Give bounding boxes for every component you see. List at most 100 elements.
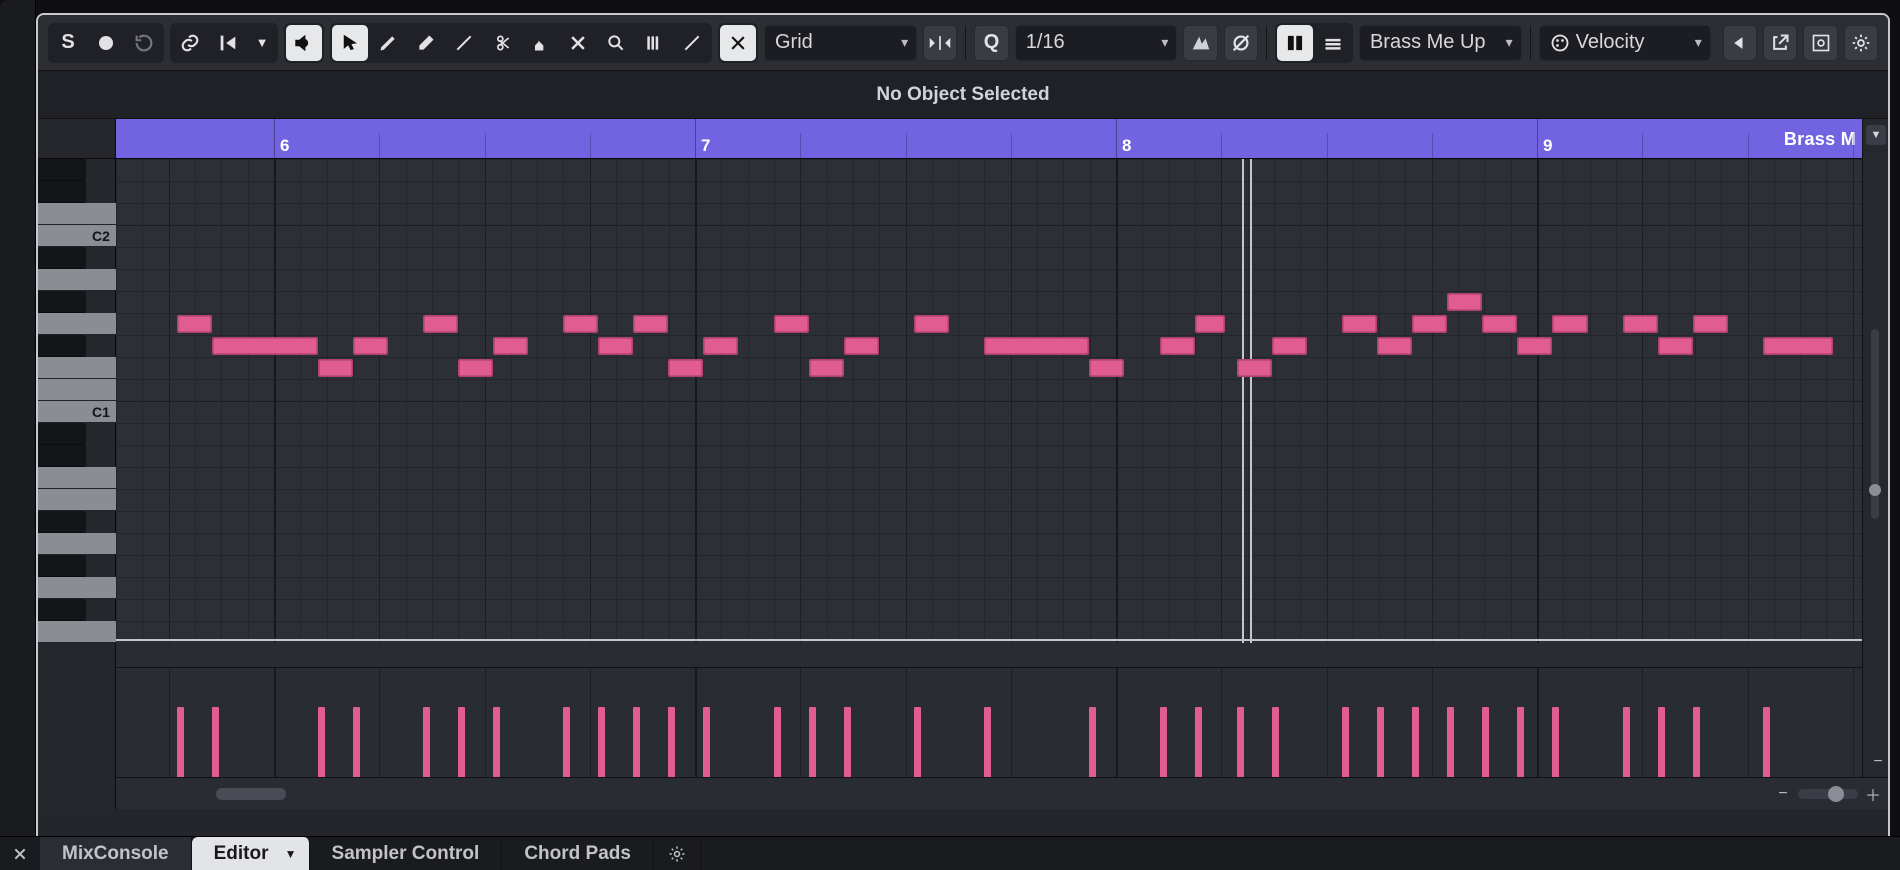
soft-q-icon [1190, 33, 1212, 53]
event-color-select[interactable]: Velocity [1539, 25, 1711, 61]
midi-note[interactable] [1377, 337, 1412, 355]
quantize-settings-button[interactable] [1224, 25, 1258, 61]
midi-note[interactable] [423, 315, 458, 333]
midi-note[interactable] [1482, 315, 1517, 333]
erase-tool[interactable] [408, 25, 444, 61]
tab-chord-pads[interactable]: Chord Pads [502, 837, 654, 870]
quantize-preset-select[interactable]: 1/16 [1015, 25, 1178, 61]
piano-roll: C2C1 Brass M 6789 Velocity [38, 119, 1862, 809]
record-in-editor-button[interactable] [88, 25, 124, 61]
midi-note[interactable] [318, 359, 353, 377]
solo-editor-button[interactable]: S [50, 25, 86, 61]
snap-type-label: Grid [775, 31, 831, 54]
hscroll-thumb[interactable] [216, 788, 286, 800]
vzoom-out-button[interactable]: − [1863, 747, 1890, 777]
midi-note[interactable] [914, 315, 949, 333]
tab-label: Editor [214, 843, 269, 865]
hzoom-slider[interactable] [1798, 789, 1858, 799]
step-input-button[interactable] [1723, 25, 1757, 61]
midi-note[interactable] [212, 337, 317, 355]
midi-note[interactable] [1623, 315, 1658, 333]
timewarp-tool[interactable] [636, 25, 672, 61]
midi-note[interactable] [1342, 315, 1377, 333]
split-tool[interactable] [484, 25, 520, 61]
midi-note[interactable] [633, 315, 668, 333]
iterative-quantize-button[interactable] [1183, 25, 1217, 61]
grid-divider[interactable] [38, 639, 1862, 641]
mute-tool[interactable] [560, 25, 596, 61]
close-lower-zone-button[interactable] [0, 837, 40, 870]
midi-note[interactable] [177, 315, 212, 333]
hzoom-out-button[interactable]: − [1768, 779, 1798, 809]
midi-note[interactable] [1195, 315, 1226, 333]
link-icon [179, 32, 201, 54]
gear-icon [668, 845, 686, 863]
midi-note[interactable] [1237, 359, 1272, 377]
nudge-button[interactable] [923, 25, 957, 61]
snap-toggle[interactable] [720, 25, 756, 61]
midi-note[interactable] [353, 337, 388, 355]
vertical-scrollbar[interactable] [1871, 329, 1879, 519]
midi-note[interactable] [1763, 337, 1833, 355]
glue-tool[interactable] [522, 25, 558, 61]
active-part-select[interactable]: Brass Me Up [1359, 25, 1522, 61]
midi-note[interactable] [774, 315, 809, 333]
snap-type-select[interactable]: Grid [764, 25, 917, 61]
show-part-borders-button[interactable] [1277, 25, 1313, 61]
horizontal-scroll-row: − ＋ [38, 777, 1888, 809]
trim-tool[interactable] [446, 25, 482, 61]
retrospective-record-button[interactable] [126, 25, 162, 61]
auto-scroll-button[interactable] [210, 25, 246, 61]
ruler[interactable]: Brass M 6789 [116, 119, 1862, 159]
draw-tool[interactable] [370, 25, 406, 61]
setup-layout-button[interactable] [1803, 25, 1837, 61]
line-tool[interactable] [674, 25, 710, 61]
midi-note[interactable] [1693, 315, 1728, 333]
midi-note[interactable] [1272, 337, 1307, 355]
tab-label: Sampler Control [332, 843, 480, 865]
zoom-tool[interactable] [598, 25, 634, 61]
midi-note[interactable] [844, 337, 879, 355]
midi-note[interactable] [1412, 315, 1447, 333]
midi-note[interactable] [1089, 359, 1124, 377]
scissors-icon [492, 33, 512, 53]
link-group: ▼ [170, 23, 278, 63]
tab-setup-button[interactable] [654, 837, 701, 870]
ruler-menu-button[interactable]: ▼ [1866, 125, 1886, 145]
hzoom-handle[interactable] [1828, 786, 1844, 802]
edit-active-part-button[interactable] [1315, 25, 1351, 61]
midi-note[interactable] [984, 337, 1089, 355]
midi-note[interactable] [1160, 337, 1195, 355]
tab-editor[interactable]: Editor ▼ [192, 837, 310, 870]
midi-note[interactable] [1517, 337, 1552, 355]
midi-note[interactable] [493, 337, 528, 355]
note-grid[interactable] [116, 159, 1862, 643]
midi-note[interactable] [1552, 315, 1587, 333]
active-part-label: Brass Me Up [1370, 31, 1504, 54]
object-selection-tool[interactable] [332, 25, 368, 61]
quantize-apply-button[interactable]: Q [974, 25, 1008, 61]
tab-sampler-control[interactable]: Sampler Control [310, 837, 503, 870]
snap-group [718, 23, 758, 63]
midi-note[interactable] [1658, 337, 1693, 355]
hzoom-in-button[interactable]: ＋ [1858, 779, 1888, 809]
keyboard-column: C2C1 [38, 119, 116, 809]
midi-note[interactable] [458, 359, 493, 377]
piano-keys[interactable]: C2C1 [38, 159, 116, 643]
link-button[interactable] [172, 25, 208, 61]
horizontal-scrollbar[interactable] [106, 788, 1760, 800]
toolbar-settings-button[interactable] [1844, 25, 1878, 61]
autoscroll-menu-button[interactable]: ▼ [248, 25, 276, 61]
midi-note[interactable] [563, 315, 598, 333]
midi-note[interactable] [598, 337, 633, 355]
acoustic-feedback-button[interactable] [286, 25, 322, 61]
open-in-window-button[interactable] [1763, 25, 1797, 61]
tab-mixconsole[interactable]: MixConsole [40, 837, 192, 870]
layout-gear-icon [1811, 33, 1831, 53]
vzoom-handle[interactable] [1869, 484, 1881, 496]
midi-note[interactable] [703, 337, 738, 355]
midi-note[interactable] [668, 359, 703, 377]
midi-note[interactable] [1447, 293, 1482, 311]
midi-note[interactable] [809, 359, 844, 377]
left-gutter [0, 0, 36, 840]
